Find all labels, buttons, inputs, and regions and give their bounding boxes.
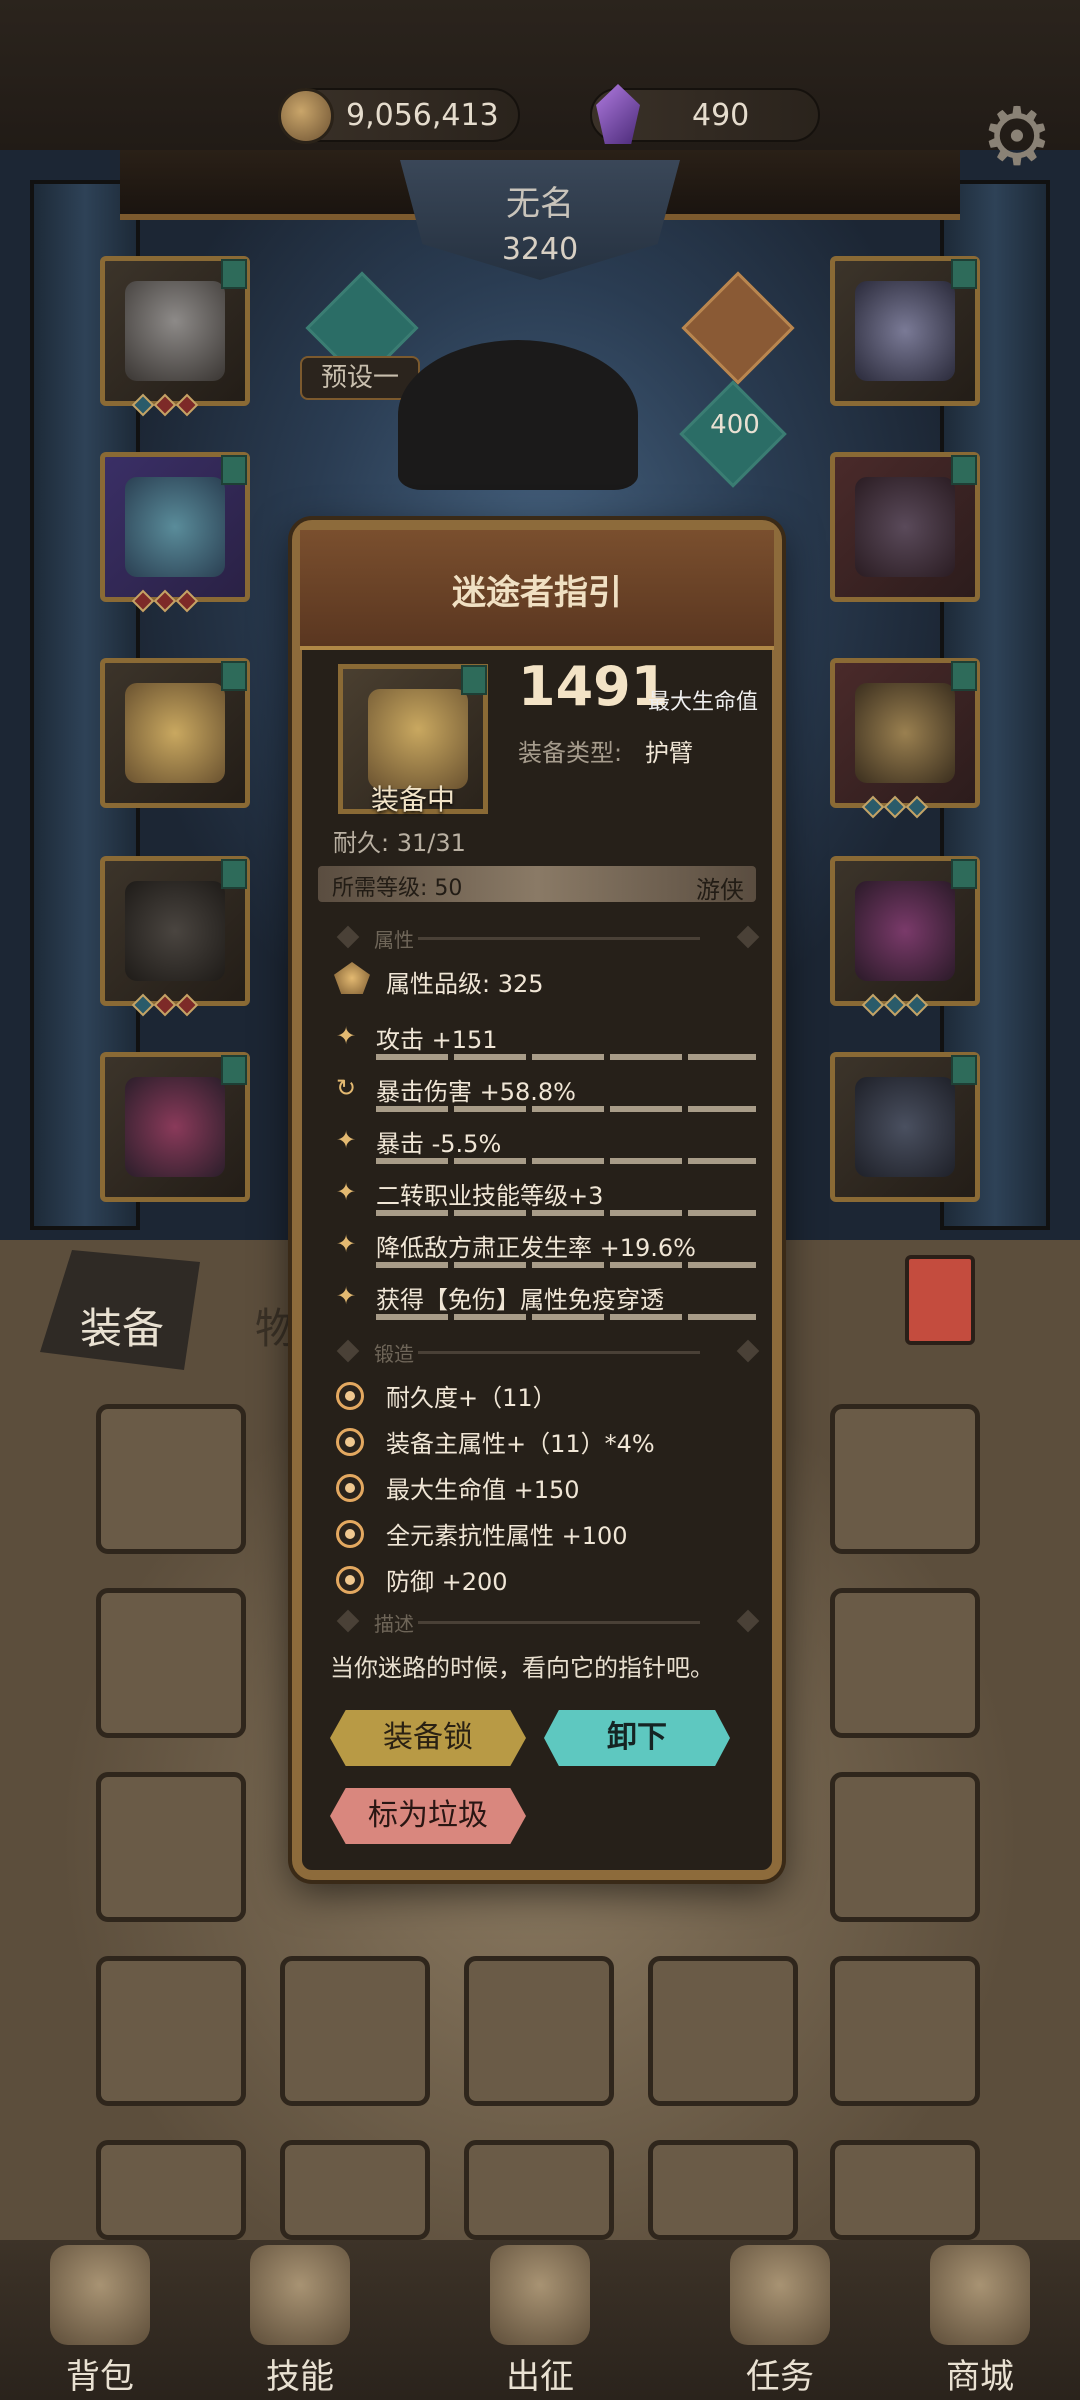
section-description: 描述 bbox=[336, 1608, 760, 1637]
quality-tag-icon bbox=[461, 665, 487, 695]
section-forge: 锻造 bbox=[336, 1338, 760, 1367]
inventory-cell[interactable] bbox=[830, 1588, 980, 1738]
equipment-lock-button[interactable]: 装备锁 bbox=[330, 1710, 526, 1766]
slot-bracelet[interactable] bbox=[830, 658, 980, 819]
inventory-cell[interactable] bbox=[96, 1956, 246, 2106]
slot-necklace[interactable] bbox=[830, 256, 980, 406]
character-power: 3240 bbox=[501, 232, 579, 267]
horn-icon bbox=[730, 2245, 830, 2345]
top-bar bbox=[0, 0, 1080, 150]
inventory-cell[interactable] bbox=[830, 2140, 980, 2240]
gold-amount: 9,056,413 bbox=[346, 98, 499, 133]
inventory-cell[interactable] bbox=[96, 1772, 246, 1922]
gem-counter: 490 bbox=[590, 84, 820, 144]
gear-icon[interactable]: ⚙ bbox=[976, 96, 1058, 178]
slot-cloak[interactable] bbox=[830, 856, 980, 1017]
attribute-row: ✦ 二转职业技能等级+3 bbox=[336, 1176, 756, 1216]
attribute-row: ✦ 获得【免伤】属性免疫穿透 bbox=[336, 1280, 756, 1320]
required-class: 游侠 bbox=[696, 876, 744, 904]
gold-coin-icon bbox=[278, 88, 334, 144]
slot-pants[interactable] bbox=[100, 856, 250, 1017]
forge-row: 耐久度+（11） bbox=[336, 1378, 756, 1418]
equipped-label: 装备中 bbox=[370, 783, 455, 816]
bracer-icon bbox=[368, 689, 468, 789]
slot-ring[interactable] bbox=[830, 452, 980, 602]
slot-bracer[interactable] bbox=[100, 658, 250, 808]
star-icon: ✦ bbox=[336, 1282, 357, 1310]
attribute-row: ✦ 暴击 -5.5% bbox=[336, 1124, 756, 1164]
inventory-cell[interactable] bbox=[464, 2140, 614, 2240]
item-durability: 耐久: 31/31 bbox=[333, 829, 466, 857]
gold-counter: 9,056,413 bbox=[278, 88, 520, 144]
inventory-cell[interactable] bbox=[280, 1956, 430, 2106]
inventory-cell[interactable] bbox=[830, 1404, 980, 1554]
character-name: 无名 bbox=[506, 184, 574, 224]
attribute-row: ✦ 降低敌方肃正发生率 +19.6% bbox=[336, 1228, 756, 1268]
hero-hat bbox=[398, 340, 638, 490]
backpack-icon bbox=[50, 2245, 150, 2345]
inventory-cell[interactable] bbox=[280, 2140, 430, 2240]
attribute-row: ✦ 攻击 +151 bbox=[336, 1020, 756, 1060]
slot-armor[interactable] bbox=[100, 452, 250, 613]
item-type-label: 装备类型: bbox=[518, 739, 623, 767]
skill-book-icon bbox=[250, 2245, 350, 2345]
slot-gloves[interactable] bbox=[830, 1052, 980, 1202]
slot-boots[interactable] bbox=[100, 1052, 250, 1202]
inventory-cell[interactable] bbox=[648, 2140, 798, 2240]
forge-row: 装备主属性+（11）*4% bbox=[336, 1424, 756, 1464]
unequip-button[interactable]: 卸下 bbox=[544, 1710, 730, 1766]
star-icon: ✦ bbox=[336, 1126, 357, 1154]
inventory-cell[interactable] bbox=[96, 1588, 246, 1738]
tab-equipment-label[interactable]: 装备 bbox=[80, 1295, 164, 1356]
star-icon: ✦ bbox=[336, 1230, 357, 1258]
item-type-value: 护臂 bbox=[645, 739, 693, 767]
level-badge-value: 400 bbox=[710, 410, 760, 440]
required-level: 所需等级: 50 bbox=[332, 876, 463, 901]
inventory-cell[interactable] bbox=[96, 2140, 246, 2240]
sword-map-icon bbox=[490, 2245, 590, 2345]
inventory-cell[interactable] bbox=[830, 1772, 980, 1922]
attribute-grade: 属性品级: 325 bbox=[386, 970, 544, 998]
star-icon: ✦ bbox=[336, 1178, 357, 1206]
section-attributes: 属性 bbox=[336, 924, 760, 953]
forge-row: 全元素抗性属性 +100 bbox=[336, 1516, 756, 1556]
forge-row: 防御 +200 bbox=[336, 1562, 756, 1602]
nav-shop[interactable]: 商城 bbox=[890, 2245, 1070, 2397]
purple-crystal-icon bbox=[596, 84, 640, 144]
inventory-cell[interactable] bbox=[648, 1956, 798, 2106]
attribute-row: ↻ 暴击伤害 +58.8% bbox=[336, 1072, 756, 1112]
main-stat-label: 最大生命值 bbox=[648, 690, 759, 715]
mark-trash-button[interactable]: 标为垃圾 bbox=[330, 1788, 526, 1844]
inventory-cell[interactable] bbox=[96, 1404, 246, 1554]
nav-skills[interactable]: 技能 bbox=[210, 2245, 390, 2397]
nav-expedition[interactable]: 出征 bbox=[450, 2245, 630, 2397]
main-stat-value: 1491 bbox=[518, 655, 669, 718]
cycle-icon: ↻ bbox=[336, 1074, 357, 1102]
star-icon: ✦ bbox=[336, 1022, 357, 1050]
item-description: 当你迷路的时候，看向它的指针吧。 bbox=[330, 1654, 714, 1682]
nav-quests[interactable]: 任务 bbox=[690, 2245, 870, 2397]
castle-shop-icon bbox=[930, 2245, 1030, 2345]
inventory-cell[interactable] bbox=[464, 1956, 614, 2106]
slot-helmet[interactable] bbox=[100, 256, 250, 417]
trash-icon[interactable] bbox=[905, 1255, 975, 1345]
inventory-cell[interactable] bbox=[830, 1956, 980, 2106]
nav-bag[interactable]: 背包 bbox=[10, 2245, 190, 2397]
item-name: 迷途者指引 bbox=[452, 573, 622, 613]
gem-amount: 490 bbox=[692, 98, 750, 133]
forge-row: 最大生命值 +150 bbox=[336, 1470, 756, 1510]
